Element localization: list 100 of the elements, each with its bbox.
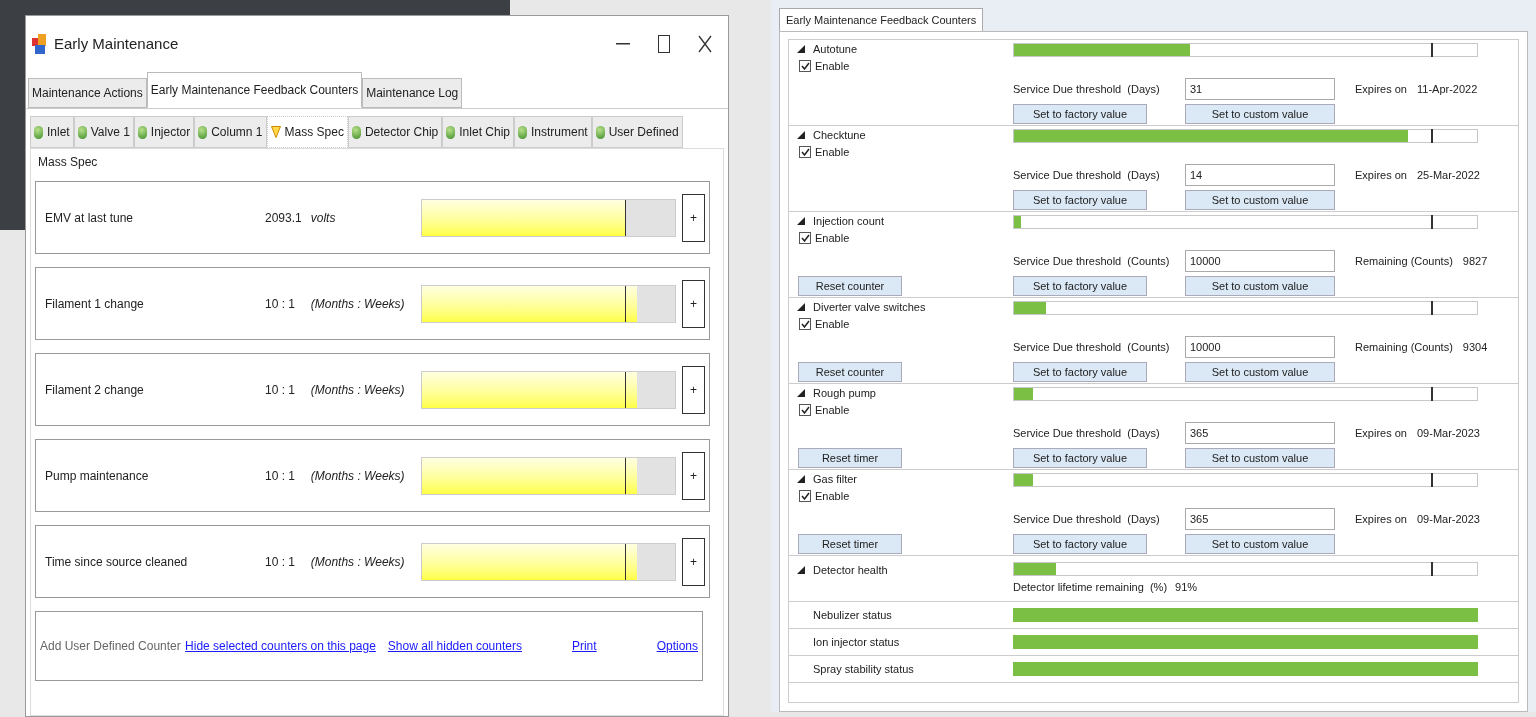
section-title: Autotune (813, 42, 858, 57)
info-value: 9304 (1462, 339, 1488, 355)
checkbox-label: Enable (815, 488, 850, 504)
section-title: Spray stability status (813, 661, 914, 677)
collapse-icon[interactable] (797, 217, 805, 226)
sub-tab[interactable]: Detector Chip (347, 116, 443, 148)
counter-value: 10 : 1 (265, 381, 296, 399)
threshold-marker (624, 543, 626, 580)
collapse-icon[interactable] (797, 131, 805, 140)
custom-value-button[interactable]: Set to custom value (1185, 362, 1335, 382)
collapse-icon[interactable] (797, 389, 805, 398)
section-title: Ion injector status (813, 634, 900, 650)
threshold-marker (1430, 562, 1433, 576)
collapse-icon[interactable] (797, 566, 805, 575)
expand-button[interactable]: + (682, 193, 705, 242)
tab[interactable]: Maintenance Log (362, 78, 463, 108)
enable-checkbox[interactable] (799, 489, 811, 502)
link[interactable]: Print (571, 637, 597, 655)
threshold-input[interactable]: 365 (1185, 508, 1335, 530)
checkbox-label: Enable (815, 58, 850, 74)
threshold-label: Service Due threshold (Days) (1013, 425, 1161, 441)
sub-tab[interactable]: Inlet (30, 116, 74, 148)
section-title: Checktune (813, 128, 866, 143)
section-title: Detector health (813, 563, 888, 578)
threshold-marker (1430, 129, 1433, 143)
counter-unit: (Months : Weeks) (310, 467, 406, 485)
threshold-input[interactable]: 365 (1185, 422, 1335, 444)
threshold-input[interactable]: 14 (1185, 164, 1335, 186)
tab[interactable]: Early Maintenance Feedback Counters (146, 72, 363, 108)
threshold-label: Service Due threshold (Days) (1013, 81, 1161, 97)
sub-tab[interactable]: Column 1 (194, 116, 267, 148)
sub-tab[interactable]: User Defined (591, 116, 683, 148)
link[interactable]: Options (656, 637, 698, 655)
enable-checkbox[interactable] (799, 231, 811, 244)
threshold-input[interactable]: 10000 (1185, 250, 1335, 272)
threshold-marker (1430, 301, 1433, 315)
sub-tab[interactable]: Inlet Chip (442, 116, 514, 148)
enable-checkbox[interactable] (799, 403, 811, 416)
maximize-icon[interactable] (658, 35, 670, 53)
enable-checkbox[interactable] (799, 59, 811, 72)
collapse-icon[interactable] (797, 45, 805, 54)
sub-tab[interactable]: Instrument (514, 116, 592, 148)
threshold-marker (1430, 387, 1433, 401)
factory-value-button[interactable]: Set to factory value (1013, 534, 1147, 554)
minimize-icon[interactable] (616, 43, 630, 45)
group-title: Mass Spec (37, 154, 99, 171)
footer-label: Add User Defined Counter (40, 638, 182, 655)
section-title: Rough pump (813, 386, 876, 401)
expand-button[interactable]: + (682, 451, 705, 500)
reset-button[interactable]: Reset timer (798, 534, 902, 554)
enable-checkbox[interactable] (799, 317, 811, 330)
factory-value-button[interactable]: Set to factory value (1013, 190, 1147, 210)
reset-button[interactable]: Reset timer (798, 448, 902, 468)
factory-value-button[interactable]: Set to factory value (1013, 448, 1147, 468)
section-title: Nebulizer status (813, 607, 892, 623)
threshold-marker (1430, 473, 1433, 487)
sub-tab[interactable]: Injector (133, 116, 195, 148)
threshold-input[interactable]: 31 (1185, 78, 1335, 100)
sub-tab[interactable]: Valve 1 (73, 116, 134, 148)
custom-value-button[interactable]: Set to custom value (1185, 448, 1335, 468)
expand-button[interactable]: + (682, 365, 705, 414)
custom-value-button[interactable]: Set to custom value (1185, 190, 1335, 210)
custom-value-button[interactable]: Set to custom value (1185, 534, 1335, 554)
info-label: Expires on (1355, 511, 1407, 527)
expand-button[interactable]: + (682, 279, 705, 328)
custom-value-button[interactable]: Set to custom value (1185, 276, 1335, 296)
counter-name: Pump maintenance (45, 467, 150, 485)
threshold-marker (624, 457, 626, 494)
info-label: Expires on (1355, 425, 1407, 441)
custom-value-button[interactable]: Set to custom value (1185, 104, 1335, 124)
threshold-marker (624, 199, 626, 236)
threshold-marker (1430, 43, 1433, 57)
app-icon (32, 34, 46, 54)
threshold-label: Service Due threshold (Counts) (1013, 339, 1171, 355)
counter-name: Filament 2 change (45, 381, 145, 399)
factory-value-button[interactable]: Set to factory value (1013, 276, 1147, 296)
section-title: Injection count (813, 214, 884, 229)
enable-checkbox[interactable] (799, 145, 811, 158)
tab[interactable]: Maintenance Actions (28, 78, 147, 108)
sub-tab[interactable]: Mass Spec (266, 116, 348, 148)
collapse-icon[interactable] (797, 475, 805, 484)
link[interactable]: Hide selected counters on this page (185, 637, 376, 655)
expand-button[interactable]: + (682, 537, 705, 586)
info-label: Remaining (Counts) (1355, 339, 1453, 355)
reset-button[interactable]: Reset counter (798, 276, 902, 296)
info-value: 9827 (1462, 253, 1488, 269)
counter-value: 10 : 1 (265, 467, 296, 485)
counter-unit: volts (310, 209, 337, 227)
collapse-icon[interactable] (797, 303, 805, 312)
threshold-input[interactable]: 10000 (1185, 336, 1335, 358)
factory-value-button[interactable]: Set to factory value (1013, 362, 1147, 382)
reset-button[interactable]: Reset counter (798, 362, 902, 382)
checkbox-label: Enable (815, 230, 850, 246)
factory-value-button[interactable]: Set to factory value (1013, 104, 1147, 124)
lifetime-value: 91% (1175, 579, 1198, 595)
info-label: Expires on (1355, 81, 1407, 97)
close-icon[interactable] (698, 35, 712, 53)
window-title: Early Maintenance (54, 33, 179, 54)
link[interactable]: Show all hidden counters (387, 637, 522, 655)
tab[interactable]: Early Maintenance Feedback Counters (779, 8, 984, 31)
